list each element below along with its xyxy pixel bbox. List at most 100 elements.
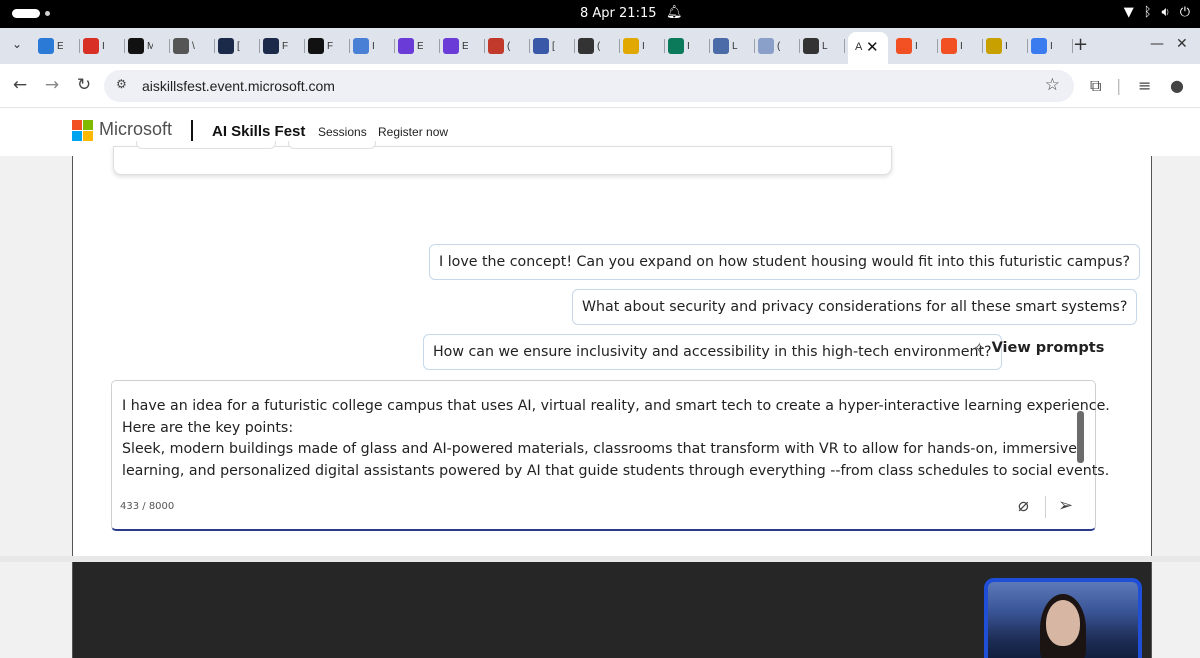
tab-strip: ⌄ E I M \ [F F I E E ([(I I L (L A ✕ I I I I (0, 28, 1200, 64)
minimize-icon[interactable]: — (1150, 36, 1164, 52)
tab-label: M (147, 40, 153, 52)
new-tab-icon[interactable]: + (1073, 34, 1088, 55)
attach-paperclip-icon[interactable]: ⌀ (1018, 495, 1029, 516)
nav-link-sessions[interactable]: Sessions (318, 125, 367, 139)
browser-tab[interactable]: F (308, 35, 350, 57)
forward-arrow-icon[interactable]: → (42, 75, 62, 95)
suggested-prompt-inclusivity[interactable]: How can we ensure inclusivity and access… (423, 334, 1002, 370)
window-close-icon[interactable]: ✕ (1176, 36, 1188, 52)
browser-tab[interactable]: F (263, 35, 305, 57)
tab-label: E (417, 40, 423, 52)
browser-tab[interactable]: L (713, 35, 755, 57)
c-icon (578, 38, 594, 54)
close-tab-icon[interactable]: ✕ (866, 38, 879, 56)
bookmark-star-icon[interactable]: ☆ (1045, 75, 1060, 95)
vscode-icon (38, 38, 54, 54)
nav-link-register-now[interactable]: Register now (378, 125, 448, 139)
profile-avatar-icon[interactable]: ● (1170, 76, 1184, 95)
tab-separator (844, 39, 845, 53)
globe-icon (713, 38, 729, 54)
browser-tab[interactable]: I (941, 35, 983, 57)
view-prompts-label: View prompts (991, 340, 1105, 356)
browser-tab[interactable]: E (443, 35, 485, 57)
puzzle-icon (353, 38, 369, 54)
send-icon[interactable]: ➢ (1058, 495, 1073, 516)
logo-square-yellow (83, 131, 93, 141)
globe-icon (173, 38, 189, 54)
microsoft-brand-text[interactable]: Microsoft (99, 119, 172, 140)
tab-label: [ (552, 40, 555, 52)
browser-tab[interactable]: I (1031, 35, 1073, 57)
star-icon (623, 38, 639, 54)
input-line: Here are the key points: (122, 419, 294, 436)
browser-tab[interactable]: I (83, 35, 125, 57)
tab-label: ( (777, 40, 781, 52)
tab-search-chevron-icon[interactable]: ⌄ (6, 37, 28, 55)
tab-separator (937, 39, 938, 53)
chat-input[interactable]: I have an idea for a futuristic college … (111, 380, 1110, 531)
chat-input-text[interactable]: I have an idea for a futuristic college … (122, 396, 1110, 482)
presenter-face (1046, 600, 1080, 646)
notification-bell-icon[interactable]: 🔔︎ (666, 5, 683, 20)
suggested-prompt-housing[interactable]: I love the concept! Can you expand on ho… (429, 244, 1141, 280)
browser-tab[interactable]: E (398, 35, 440, 57)
active-tab[interactable]: A ✕ (848, 32, 888, 64)
suggested-prompt-security[interactable]: What about security and privacy consider… (572, 289, 1138, 325)
tab-label: E (462, 40, 468, 52)
browser-tab[interactable]: ( (578, 35, 620, 57)
back-arrow-icon[interactable]: ← (10, 75, 30, 95)
browser-tab[interactable]: ( (488, 35, 530, 57)
browser-tab[interactable]: M (128, 35, 170, 57)
reload-icon[interactable]: ↻ (74, 75, 94, 95)
gmail-icon (83, 38, 99, 54)
tab-separator (394, 39, 395, 53)
tab-label: I (960, 40, 963, 52)
previous-action-chip[interactable] (288, 141, 376, 149)
toolbar-separator: | (1116, 76, 1122, 95)
brand-icon (443, 38, 459, 54)
app-icon (218, 38, 234, 54)
activities-indicator[interactable] (12, 9, 40, 18)
browser-tab[interactable]: I (986, 35, 1028, 57)
previous-action-chip[interactable] (136, 141, 276, 149)
browser-tab[interactable]: I (353, 35, 395, 57)
browser-tab[interactable]: I (668, 35, 710, 57)
tab-separator (529, 39, 530, 53)
extensions-icon[interactable]: ⧉ (1090, 76, 1101, 96)
media-controls-icon[interactable]: ≡ (1138, 76, 1151, 95)
tab-separator (304, 39, 305, 53)
medium-icon (128, 38, 144, 54)
ms-icon (941, 38, 957, 54)
url-text[interactable]: aiskillsfest.event.microsoft.com (142, 78, 335, 94)
address-bar[interactable]: ⚙ aiskillsfest.event.microsoft.com ☆ (104, 70, 1074, 102)
input-line: Sleek, modern buildings made of glass an… (122, 441, 1077, 457)
os-status-bar: 8 Apr 21:15 🔔︎ ▼ ᛒ 🔉︎ ⏻ (0, 0, 1200, 28)
site-info-icon[interactable]: ⚙ (116, 77, 127, 91)
tab-separator (664, 39, 665, 53)
presenter-video-thumbnail[interactable] (984, 578, 1142, 658)
view-prompts-button[interactable]: ✧ View prompts (973, 339, 1104, 357)
character-count: 433 / 8000 (120, 501, 175, 512)
tab-separator (79, 39, 80, 53)
browser-tab[interactable]: I (623, 35, 665, 57)
browser-tab[interactable]: ( (758, 35, 800, 57)
browser-tab[interactable]: E (38, 35, 80, 57)
bluetooth-icon: ᛒ (1143, 5, 1152, 20)
app-icon (263, 38, 279, 54)
tab-separator (799, 39, 800, 53)
tab-separator (574, 39, 575, 53)
browser-tab[interactable]: [ (533, 35, 575, 57)
tab-separator (709, 39, 710, 53)
browser-tab[interactable]: [ (218, 35, 260, 57)
browser-tab[interactable]: I (896, 35, 938, 57)
event-title[interactable]: AI Skills Fest (212, 123, 305, 140)
input-scrollbar[interactable] (1077, 411, 1084, 463)
browser-tab[interactable]: L (803, 35, 845, 57)
microsoft-logo-icon[interactable] (72, 120, 93, 141)
system-tray[interactable]: ▼ ᛒ 🔉︎ ⏻ (1124, 5, 1190, 20)
navigation-bar: ← → ↻ ⚙ aiskillsfest.event.microsoft.com… (0, 64, 1200, 108)
clock[interactable]: 8 Apr 21:15 (580, 6, 657, 21)
power-icon: ⏻ (1179, 5, 1190, 20)
tab-label: F (282, 40, 288, 52)
browser-tab[interactable]: \ (173, 35, 215, 57)
